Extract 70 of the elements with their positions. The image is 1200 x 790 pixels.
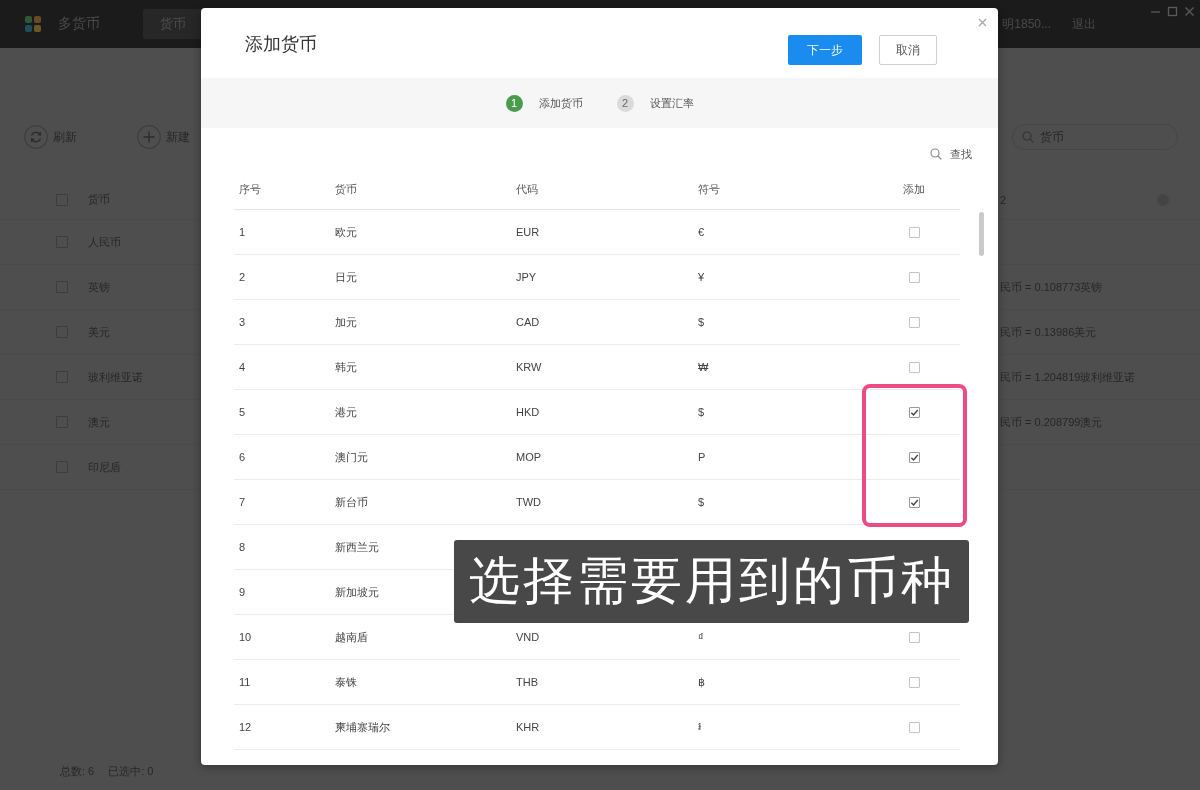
checkbox[interactable] (908, 451, 920, 463)
column-header: 序号 (238, 182, 261, 197)
currency-symbol: P (698, 451, 706, 463)
currency-code: TWD (516, 496, 542, 508)
plus-icon (137, 125, 161, 149)
next-button[interactable]: 下一步 (788, 35, 862, 65)
close-icon[interactable] (1184, 6, 1195, 17)
currency-code: JPY (516, 271, 537, 283)
currency-name: 新台币 (335, 494, 368, 510)
row-number: 12 (239, 721, 252, 733)
column-header: 货币 (334, 182, 357, 197)
checkbox[interactable] (908, 406, 920, 418)
refresh-icon (24, 125, 48, 149)
currency-symbol: $ (698, 316, 705, 328)
row-number: 8 (239, 541, 246, 553)
currency-name: 日元 (335, 269, 357, 285)
logo-icon (25, 16, 41, 32)
currency-name: 欧元 (335, 224, 357, 240)
currency-code: KRW (516, 361, 542, 373)
close-icon[interactable] (978, 18, 987, 27)
currency-name: 新加坡元 (335, 584, 379, 600)
step-number: 2 (616, 94, 634, 112)
currency-code: CAD (516, 316, 540, 328)
currency-name: 柬埔寨瑞尔 (335, 719, 390, 735)
row-number: 2 (239, 271, 246, 283)
column-header: 代码 (515, 182, 538, 197)
currency-name: 泰铢 (335, 674, 357, 690)
currency-code: KHR (516, 721, 540, 733)
currency-symbol: € (698, 226, 705, 238)
search-icon (930, 148, 942, 160)
row-number: 11 (239, 676, 251, 688)
currency-name: 加元 (335, 314, 357, 330)
row-number: 7 (239, 496, 246, 508)
currency-name: 韩元 (335, 359, 357, 375)
currency-name: 新西兰元 (335, 539, 379, 555)
currency-symbol: $ (698, 496, 705, 508)
search-icon (1022, 131, 1034, 143)
cancel-button[interactable]: 取消 (879, 35, 937, 65)
maximize-icon[interactable] (1167, 6, 1178, 17)
currency-symbol: ₩ (698, 361, 709, 373)
row-number: 9 (239, 586, 246, 598)
row-number: 4 (239, 361, 246, 373)
dialog-title: 添加货币 (245, 33, 317, 56)
currency-code: MOP (516, 451, 542, 463)
currency-symbol: ¥ (698, 271, 705, 283)
currency-code: EUR (516, 226, 540, 238)
currency-symbol: $ (698, 406, 705, 418)
currency-code: THB (516, 676, 538, 688)
row-number: 5 (239, 406, 246, 418)
currency-symbol: ฿ (698, 675, 705, 689)
row-number: 3 (239, 316, 246, 328)
step-label: 添加货币 (538, 95, 583, 111)
currency-symbol: ៛ (698, 719, 701, 734)
row-number: 1 (239, 226, 246, 238)
column-header: 符号 (697, 182, 720, 197)
currency-name: 港元 (335, 404, 357, 420)
currency-name: 越南盾 (335, 629, 368, 645)
row-number: 6 (239, 451, 246, 463)
step-number: 1 (505, 94, 523, 112)
step-label: 设置汇率 (649, 95, 694, 111)
checkbox[interactable] (908, 496, 920, 508)
caption: 选择需要用到的币种 (454, 540, 969, 623)
currency-code: VND (516, 631, 540, 643)
find-button[interactable]: 查找 (930, 142, 972, 166)
scrollbar-thumb[interactable] (979, 212, 984, 256)
currency-name: 澳门元 (335, 449, 368, 465)
row-number: 10 (239, 631, 252, 643)
currency-symbol: ₫ (698, 631, 704, 643)
currency-code: HKD (516, 406, 540, 418)
column-header: 添加 (903, 182, 925, 197)
